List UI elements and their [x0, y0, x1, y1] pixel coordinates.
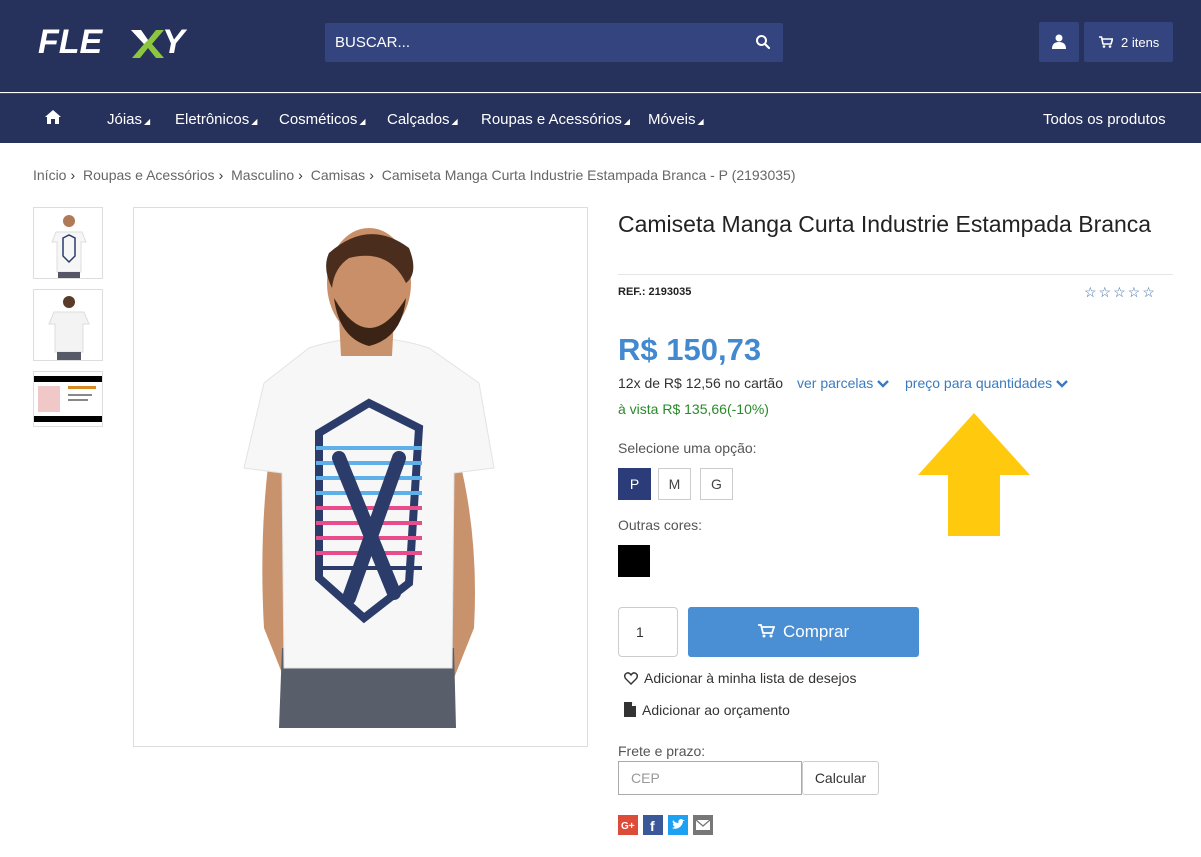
svg-text:FLE: FLE	[38, 23, 104, 61]
select-option-label: Selecione uma opção:	[618, 440, 757, 456]
color-swatch-black[interactable]	[618, 545, 650, 577]
other-colors-label: Outras cores:	[618, 517, 703, 533]
nav-item-cosmeticos[interactable]: Cosméticos ◢	[279, 111, 366, 128]
breadcrumb-current: Camiseta Manga Curta Industrie Estampada…	[381, 167, 796, 183]
size-option-p[interactable]: P	[618, 468, 651, 500]
breadcrumb-item[interactable]: Camisas	[311, 167, 365, 183]
facebook-icon[interactable]: f	[643, 815, 663, 835]
nav-all-products[interactable]: Todos os produtos	[1043, 111, 1166, 128]
title-divider	[618, 274, 1173, 275]
nav-item-roupas[interactable]: Roupas e Acessórios ◢	[481, 111, 630, 128]
chevron-down-icon	[877, 375, 890, 391]
chevron-down-icon	[1056, 375, 1068, 391]
svg-text:Y: Y	[162, 23, 188, 61]
nav-item-joias[interactable]: Jóias ◢	[107, 111, 150, 128]
view-installments-link[interactable]: ver parcelas	[797, 375, 890, 391]
product-title: Camiseta Manga Curta Industrie Estampada…	[618, 211, 1152, 237]
nav-item-calcados[interactable]: Calçados ◢	[387, 111, 458, 128]
installments-text: 12x de R$ 12,56 no cartão	[618, 375, 784, 391]
header: FLE Y BUSCAR... 2 itens	[0, 0, 1201, 92]
heart-icon	[624, 672, 638, 685]
cash-price: à vista R$ 135,66(-10%)	[618, 401, 769, 417]
add-to-budget-link[interactable]: Adicionar ao orçamento	[624, 702, 790, 718]
product-main-image[interactable]	[133, 207, 588, 747]
cart-count: 2 itens	[1121, 35, 1160, 50]
cart-button[interactable]: 2 itens	[1084, 22, 1173, 62]
user-icon	[1052, 34, 1066, 49]
account-button[interactable]	[1039, 22, 1079, 62]
search-input[interactable]: BUSCAR...	[335, 34, 410, 51]
quantity-price-link[interactable]: preço para quantidades	[905, 375, 1068, 391]
document-icon	[624, 702, 636, 717]
cep-input[interactable]: CEP	[618, 761, 802, 795]
breadcrumb: Início › Roupas e Acessórios › Masculino › …	[33, 167, 796, 183]
search-icon[interactable]	[755, 34, 771, 50]
cart-icon	[1099, 36, 1113, 48]
buy-button[interactable]: Comprar	[688, 607, 919, 657]
calculate-button[interactable]: Calcular	[802, 761, 879, 795]
product-thumbnail-size-chart[interactable]	[33, 371, 103, 427]
svg-text:f: f	[650, 818, 655, 834]
svg-text:G+: G+	[621, 821, 635, 832]
product-ref: REF.: 2193035	[618, 286, 692, 298]
product-price: R$ 150,73	[618, 332, 762, 367]
quantity-input[interactable]: 1	[618, 607, 678, 657]
main-nav: Jóias ◢ Eletrônicos ◢ Cosméticos ◢ Calçados…	[0, 93, 1201, 143]
nav-item-eletronicos[interactable]: Eletrônicos ◢	[175, 111, 257, 128]
size-option-m[interactable]: M	[658, 468, 691, 500]
nav-item-moveis[interactable]: Móveis ◢	[648, 111, 704, 128]
breadcrumb-item[interactable]: Roupas e Acessórios	[83, 167, 215, 183]
breadcrumb-item[interactable]: Início	[33, 167, 66, 183]
shipping-label: Frete e prazo:	[618, 743, 706, 759]
product-thumbnail-back[interactable]	[33, 289, 103, 361]
add-to-wishlist-link[interactable]: Adicionar à minha lista de desejos	[624, 670, 856, 686]
twitter-icon[interactable]	[668, 815, 688, 835]
search-bar[interactable]: BUSCAR...	[325, 23, 783, 62]
up-arrow-annotation	[918, 413, 1030, 536]
breadcrumb-item[interactable]: Masculino	[231, 167, 294, 183]
email-icon[interactable]	[693, 815, 713, 835]
flexy-logo[interactable]: FLE Y	[38, 22, 188, 62]
rating-stars[interactable]: ☆☆☆☆☆	[1084, 284, 1157, 301]
home-icon[interactable]	[44, 109, 62, 125]
size-option-g[interactable]: G	[700, 468, 733, 500]
google-plus-icon[interactable]: G+	[618, 815, 638, 835]
product-thumbnail-front[interactable]	[33, 207, 103, 279]
cart-icon	[758, 624, 775, 638]
